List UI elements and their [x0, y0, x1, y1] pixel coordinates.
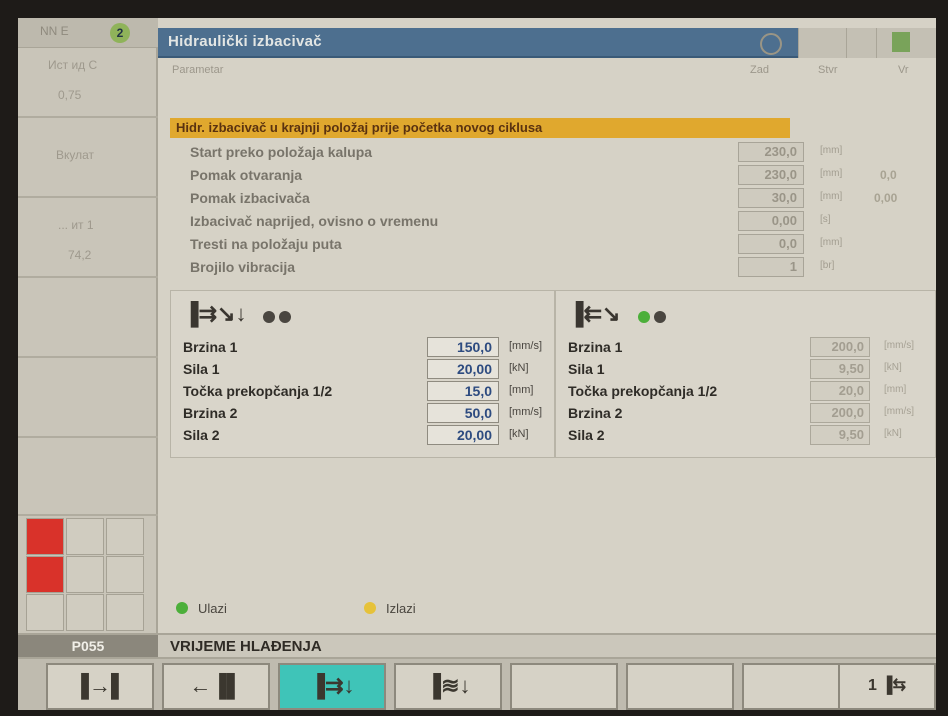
status-tile[interactable]	[106, 594, 144, 631]
title-button[interactable]	[846, 28, 876, 58]
setting-input[interactable]: 20,00	[427, 425, 499, 445]
setting-row: Točka prekopčanja 1/2 15,0 [mm]	[183, 381, 534, 401]
input-indicator	[263, 311, 275, 323]
setting-input[interactable]: 20,00	[427, 359, 499, 379]
alarm-tiles	[18, 516, 158, 633]
column-header: Parametar Zad Stvr Vr	[158, 60, 936, 84]
actual-value: 0,00	[874, 191, 898, 205]
mold-close-icon: ←▐▌	[189, 673, 243, 698]
left-status-panel: NN E 2 Ист ид C 0,75 Вкулат ... ит 1 74,…	[18, 18, 158, 633]
output-legend-label: Izlazi	[386, 601, 416, 616]
col-extra: Vr	[898, 64, 909, 76]
input-legend-label: Ulazi	[198, 601, 227, 616]
status-message: VRIJEME HLAĐENJA	[170, 638, 322, 655]
input-indicator	[638, 311, 650, 323]
param-value[interactable]: 1	[738, 257, 804, 277]
setting-input[interactable]: 20,0	[810, 381, 870, 401]
empty-softkey[interactable]	[742, 663, 850, 710]
param-value[interactable]: 230,0	[738, 142, 804, 162]
setting-row: Sila 2 20,00 [kN]	[183, 425, 529, 445]
hmi-screen: NN E 2 Ист ид C 0,75 Вкулат ... ит 1 74,…	[18, 18, 936, 710]
ejector-forward-icon: ▐⇉↘↓	[183, 301, 247, 326]
param-row: Izbacivač naprijed, ovisno o vremenu 0,0…	[190, 211, 831, 231]
empty-softkey[interactable]	[626, 663, 734, 710]
status-tile[interactable]	[106, 518, 144, 555]
mold-open-softkey[interactable]: ▐→▌	[46, 663, 154, 710]
param-value[interactable]: 230,0	[738, 165, 804, 185]
section-title: Hidr. izbacivač u krajnji položaj prije …	[176, 120, 543, 135]
col-set: Zad	[750, 64, 769, 76]
ejector-forward-icon: ▐⇉↓	[309, 673, 355, 698]
status-tile[interactable]	[66, 518, 104, 555]
left-cell[interactable]	[18, 358, 158, 438]
setting-row: Sila 1 9,50 [kN]	[568, 359, 902, 379]
input-indicator	[279, 311, 291, 323]
actual-value: 0,0	[880, 168, 897, 182]
status-tile[interactable]	[66, 556, 104, 593]
setting-input[interactable]: 150,0	[427, 337, 499, 357]
setting-input[interactable]: 9,50	[810, 359, 870, 379]
alarm-tile[interactable]	[26, 518, 64, 555]
ejector-shake-icon: ▐≋↓	[425, 673, 471, 698]
col-actual: Stvr	[818, 64, 838, 76]
status-tile[interactable]	[66, 594, 104, 631]
ejector-backward-panel: ▐⇇↘ Brzina 1 200,0 [mm/s] Sila 1 9,50 [k…	[555, 290, 936, 458]
screen-number: NN E	[40, 24, 69, 38]
alarm-tile[interactable]	[26, 556, 64, 593]
empty-softkey[interactable]	[510, 663, 618, 710]
page-softkey[interactable]: 1 ▐⇆	[838, 663, 936, 710]
param-row: Pomak otvaranja 230,0 [mm]	[190, 165, 843, 185]
window-title-bar: Hidraulički izbacivač	[158, 28, 798, 58]
title-button[interactable]	[798, 28, 846, 58]
left-header: NN E 2	[18, 18, 158, 48]
ejector-forward-panel: ▐⇉↘↓ Brzina 1 150,0 [mm/s] Sila 1 20,00 …	[170, 290, 555, 458]
setting-input[interactable]: 200,0	[810, 403, 870, 423]
param-value[interactable]: 0,0	[738, 234, 804, 254]
input-indicator	[654, 311, 666, 323]
status-code: P055	[18, 635, 158, 657]
param-row: Tresti na položaju puta 0,0 [mm]	[190, 234, 843, 254]
left-cell[interactable]	[18, 278, 158, 358]
param-value[interactable]: 0,00	[738, 211, 804, 231]
window-title: Hidraulički izbacivač	[168, 33, 322, 50]
left-cell[interactable]: Вкулат	[18, 118, 158, 198]
setting-input[interactable]: 50,0	[427, 403, 499, 423]
ejector-softkey[interactable]: ▐⇉↓	[278, 663, 386, 710]
param-row: Brojilo vibracija 1 [br]	[190, 257, 835, 277]
setting-row: Brzina 2 50,0 [mm/s]	[183, 403, 542, 423]
ejector-backward-icon: ▐⇆	[881, 677, 907, 694]
left-cell[interactable]: ... ит 1 74,2	[18, 198, 158, 278]
section-header[interactable]: Hidr. izbacivač u krajnji položaj prije …	[170, 118, 790, 138]
param-value[interactable]: 30,0	[738, 188, 804, 208]
status-tile[interactable]	[106, 556, 144, 593]
parameter-block: Hidr. izbacivač u krajnji položaj prije …	[170, 110, 843, 288]
input-legend-icon	[176, 602, 188, 614]
setting-row: Točka prekopčanja 1/2 20,0 [mm]	[568, 381, 907, 401]
screen-badge: 2	[110, 23, 130, 43]
param-row: Pomak izbacivača 30,0 [mm]	[190, 188, 843, 208]
setting-row: Sila 1 20,00 [kN]	[183, 359, 529, 379]
status-tile[interactable]	[26, 594, 64, 631]
mold-close-softkey[interactable]: ←▐▌	[162, 663, 270, 710]
ejector-shake-softkey[interactable]: ▐≋↓	[394, 663, 502, 710]
ejector-backward-icon: ▐⇇↘	[568, 301, 621, 326]
setting-row: Sila 2 9,50 [kN]	[568, 425, 902, 445]
setting-input[interactable]: 9,50	[810, 425, 870, 445]
setting-row: Brzina 1 200,0 [mm/s]	[568, 337, 914, 357]
left-cell[interactable]: Ист ид C 0,75	[18, 48, 158, 118]
setting-input[interactable]: 15,0	[427, 381, 499, 401]
output-legend-icon	[364, 602, 376, 614]
setting-row: Brzina 2 200,0 [mm/s]	[568, 403, 914, 423]
col-param: Parametar	[172, 64, 224, 76]
softkey-bar: ▐→▌ ←▐▌ ▐⇉↓ ▐≋↓ 1 ▐⇆	[18, 659, 936, 710]
machine-status-icon	[892, 32, 910, 52]
status-bar: P055 VRIJEME HLAĐENJA	[18, 633, 936, 659]
left-cell[interactable]	[18, 438, 158, 516]
setting-input[interactable]: 200,0	[810, 337, 870, 357]
mold-open-icon: ▐→▌	[73, 673, 127, 698]
page-badge: 1	[867, 677, 877, 694]
setting-row: Brzina 1 150,0 [mm/s]	[183, 337, 542, 357]
clock-icon[interactable]	[760, 33, 782, 55]
param-row: Start preko položaja kalupa 230,0 [mm]	[190, 142, 843, 162]
